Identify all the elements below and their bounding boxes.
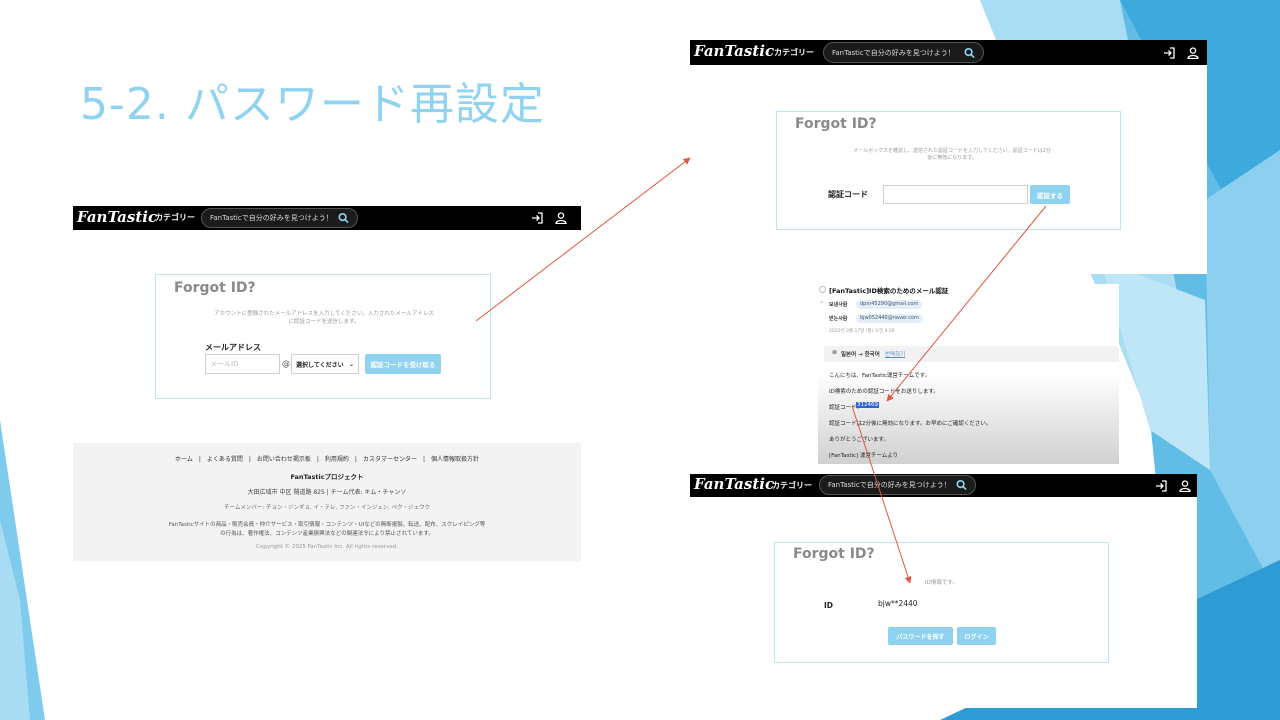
email-line: 認証コードは2分後に無効になります。お早めにご確認ください。 <box>829 421 992 427</box>
footer: ホーム | よくある質問 | お問い合わせ掲示板 | 利用規約 | カスタマーセ… <box>73 443 581 561</box>
search-placeholder: FanTasticで自分の好みを見つけよう！ <box>832 48 955 57</box>
search-placeholder: FanTasticで自分の好みを見つけよう！ <box>828 481 951 489</box>
card-title: Forgot ID? <box>795 116 877 132</box>
email-label: メールアドレス <box>205 343 261 352</box>
find-password-button[interactable]: パスワードを探す <box>888 627 953 645</box>
description-line: アカウントに登録されたメールアドレスを入力してください。入力されたメールアドレス <box>214 311 434 317</box>
search-input[interactable]: FanTasticで自分の好みを見つけよう！ <box>819 475 976 495</box>
email-line: ありがとうございます。 <box>829 437 889 443</box>
code-label: 認証コード <box>828 190 868 199</box>
email-line: ID検索のための認証コードをお送りします。 <box>829 389 939 395</box>
translate-label: 일본어 → 한국어 <box>841 352 880 358</box>
footer-notice: の行為は、著作権法、コンテンツ産業振興法などの関連法令により禁止されています。 <box>220 531 434 537</box>
footer-members: チームメンバー: チョン・ジンギョ, イ・テレ, ファン・インジュン, ペク・ジ… <box>224 505 430 511</box>
send-code-button[interactable]: 認証コードを受け取る <box>365 354 441 374</box>
slide-title: 5-2. パスワード再設定 <box>80 79 545 130</box>
id-value: bjw**2440 <box>878 599 918 608</box>
chevron-down-icon: ⌄ <box>348 360 354 368</box>
email-subject: [FanTastic]ID検索のためのメール認証 <box>829 287 949 295</box>
email-code[interactable]: 312469 <box>856 402 879 408</box>
login-icon[interactable] <box>1155 479 1167 492</box>
email-placeholder: メールID <box>210 360 239 368</box>
user-icon[interactable] <box>1179 479 1191 492</box>
category-menu[interactable]: カテゴリー <box>772 480 812 491</box>
category-menu[interactable]: カテゴリー <box>774 47 814 58</box>
at-sign: @ <box>282 359 290 368</box>
logo[interactable]: FanTastic <box>77 208 157 226</box>
logo[interactable]: FanTastic <box>694 42 774 60</box>
card-title: Forgot ID? <box>793 546 875 562</box>
from-label: 보낸사람 <box>829 302 848 308</box>
domain-select[interactable]: 選択してください ⌄ <box>291 354 359 374</box>
search-input[interactable]: FanTasticで自分の好みを見つけよう！ <box>823 42 984 63</box>
footer-links[interactable]: ホーム | よくある質問 | お問い合わせ掲示板 | 利用規約 | カスタマーセ… <box>73 454 581 463</box>
category-menu[interactable]: カテゴリー <box>155 212 195 223</box>
login-button[interactable]: ログイン <box>957 627 996 645</box>
expand-icon[interactable]: ⌃ <box>819 301 824 308</box>
email-line: こんにちは、FanTastic運営チームです。 <box>829 373 931 379</box>
domain-select-value: 選択してください <box>296 361 344 369</box>
search-input[interactable]: FanTasticで自分の好みを見つけよう！ <box>201 208 358 228</box>
verify-code-card: Forgot ID? メールボックスを確認し、送信された認証コードを入力してくだ… <box>776 111 1121 230</box>
login-icon[interactable] <box>1163 46 1175 59</box>
logo[interactable]: FanTastic <box>694 475 774 493</box>
navbar: FanTastic カテゴリー FanTasticで自分の好みを見つけよう！ <box>73 206 581 230</box>
footer-notice: FanTasticサイトの商品・販売会員・仲介サービス・取引情報・コンテンツ・U… <box>168 522 486 528</box>
search-icon[interactable] <box>964 47 975 58</box>
card-description: アカウントに登録されたメールアドレスを入力してください。入力されたメールアドレス… <box>176 311 472 327</box>
search-placeholder: FanTasticで自分の好みを見つけよう！ <box>210 214 333 222</box>
navbar: FanTastic カテゴリー FanTasticで自分の好みを見つけよう！ <box>690 40 1207 65</box>
footer-project: FanTasticプロジェクト <box>290 473 364 481</box>
to-address[interactable]: bjw052440@naver.com <box>856 314 923 323</box>
navbar: FanTastic カテゴリー FanTasticで自分の好みを見つけよう！ <box>690 474 1197 497</box>
footer-address: 大田広域市 中区 隧道路 825 | チーム代表: キム・チャンソ <box>247 489 407 496</box>
confirm-button[interactable]: 認証する <box>1030 185 1070 204</box>
search-icon[interactable] <box>956 479 967 491</box>
email-line: [FanTastic] 運営チームより <box>829 453 899 459</box>
description-line: 後に無効になります。 <box>927 155 977 162</box>
email-field[interactable]: メールID <box>205 354 280 374</box>
user-icon[interactable] <box>1187 46 1199 59</box>
search-icon[interactable] <box>338 212 349 224</box>
checkbox-icon[interactable] <box>819 286 826 293</box>
id-result-card: Forgot ID? ID情報です。 ID bjw**2440 パスワードを探す… <box>774 542 1109 663</box>
email-screenshot: [FanTastic]ID検索のためのメール認証 ⌃ 보낸사람 dpm45290… <box>818 284 1119 464</box>
card-title: Forgot ID? <box>174 280 256 296</box>
to-label: 받는사람 <box>829 316 848 322</box>
from-address[interactable]: dpm45290@gmail.com <box>856 300 923 309</box>
user-icon[interactable] <box>555 212 567 224</box>
code-input[interactable] <box>883 185 1028 204</box>
description-line: に認証コードを送信します。 <box>288 318 360 325</box>
id-label: ID <box>824 601 834 610</box>
forgot-id-card: Forgot ID? アカウントに登録されたメールアドレスを入力してください。入… <box>155 274 491 399</box>
login-icon[interactable] <box>531 212 543 224</box>
email-date: 2025년 3월 17일 (월) 오전 9:26 <box>829 329 895 334</box>
footer-copyright: Copyright © 2025 FanTastic Inc. All righ… <box>256 544 398 550</box>
translate-link[interactable]: 번역하기 <box>885 350 905 358</box>
result-text: ID情報です。 <box>925 580 958 586</box>
translate-icon: ⊗ <box>832 349 838 356</box>
card-description: メールボックスを確認し、送信された認証コードを入力してください。認証コードは2分… <box>822 148 1082 163</box>
